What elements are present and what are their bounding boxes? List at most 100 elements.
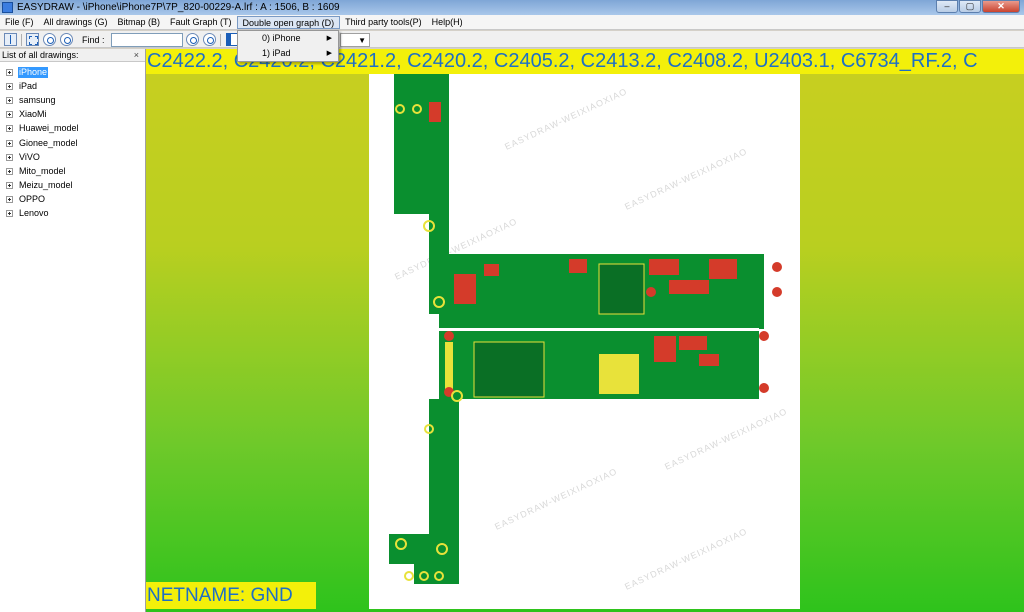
menu-bitmap[interactable]: Bitmap (B) (113, 16, 166, 29)
toolbar-separator (220, 34, 221, 46)
tree-item-samsung[interactable]: samsung (0, 93, 145, 107)
window-controls: – ▢ ✕ (935, 0, 1020, 13)
pcb-board-drawing (389, 74, 782, 584)
red-pad-cluster (454, 274, 476, 304)
red-pad-cluster (709, 259, 737, 279)
tree-item-label: iPad (19, 80, 38, 91)
expand-icon[interactable] (6, 153, 13, 161)
menu-all-drawings[interactable]: All drawings (G) (39, 16, 113, 29)
submenu-arrow-icon: ▶ (326, 35, 332, 42)
expand-icon[interactable] (6, 210, 13, 218)
expand-icon[interactable] (6, 167, 13, 175)
menu-bar: File (F) All drawings (G) Bitmap (B) Fau… (0, 15, 1024, 30)
window-title: EASYDRAW - \iPhone\iPhone7P\7P_820-00229… (17, 2, 340, 13)
expand-icon[interactable] (6, 139, 13, 147)
chip-package (598, 263, 645, 315)
mounting-hole (444, 331, 454, 341)
tree-item-label: ViVO (19, 151, 40, 162)
tree-item-lenovo[interactable]: Lenovo (0, 207, 145, 221)
red-pad-cluster (484, 264, 499, 276)
tree-item-ipad[interactable]: iPad (0, 79, 145, 93)
close-button[interactable]: ✕ (982, 0, 1020, 13)
expand-icon[interactable] (6, 82, 13, 90)
mounting-hole (772, 287, 782, 297)
tree-item-label: OPPO (19, 194, 46, 205)
board-gap (439, 328, 759, 331)
submenu-arrow-icon: ▶ (326, 50, 332, 57)
yellow-ring-pad (404, 571, 414, 581)
easydraw-window: EASYDRAW - \iPhone\iPhone7P\7P_820-00229… (0, 0, 1024, 612)
sidebar-close-icon[interactable]: × (134, 49, 139, 62)
tree-item-label: Huawei_model (19, 123, 79, 134)
tree-item-label: Lenovo (19, 208, 49, 219)
chevron-down-icon: ▼ (358, 36, 366, 45)
menu-help[interactable]: Help(H) (427, 16, 468, 29)
dropdown-item-iphone[interactable]: 0) iPhone ▶ (238, 31, 338, 46)
search-icon[interactable] (186, 33, 199, 46)
tree-item-label: Mito_model (19, 165, 66, 176)
minimize-button[interactable]: – (936, 0, 958, 13)
red-pad-cluster (429, 102, 441, 122)
double-open-graph-menu: 0) iPhone ▶ 1) iPad ▶ (237, 30, 339, 62)
red-pad-cluster (669, 280, 709, 294)
expand-icon[interactable] (6, 111, 13, 119)
tree-item-iphone[interactable]: iPhone (0, 65, 145, 79)
menu-fault-graph[interactable]: Fault Graph (T) (165, 16, 237, 29)
title-bar: EASYDRAW - \iPhone\iPhone7P\7P_820-00229… (0, 0, 1024, 15)
zoom-in-icon[interactable] (43, 33, 56, 46)
menu-double-open-graph[interactable]: Double open graph (D) (236, 15, 341, 29)
tree-item-vivo[interactable]: ViVO (0, 150, 145, 164)
expand-icon[interactable] (6, 68, 13, 76)
mounting-hole (759, 383, 769, 393)
app-icon (2, 2, 13, 13)
sidebar-header: List of all drawings: × (0, 49, 145, 62)
tree-item-mito[interactable]: Mito_model (0, 164, 145, 178)
toolbar: Find : ▼ (0, 31, 1024, 48)
tree-item-label: Meizu_model (19, 180, 73, 191)
drawings-tree: iPhone iPad samsung XiaoMi Huawei_model … (0, 62, 145, 221)
mounting-hole (772, 262, 782, 272)
red-pad-cluster (699, 354, 719, 366)
tree-item-meizu[interactable]: Meizu_model (0, 179, 145, 193)
binoculars-icon[interactable] (203, 33, 216, 46)
sidebar-title: List of all drawings: (2, 50, 79, 60)
maximize-button[interactable]: ▢ (959, 0, 981, 13)
mounting-hole (759, 331, 769, 341)
connector-pads (445, 342, 453, 392)
netname-label: NETNAME: GND (146, 582, 316, 609)
board-document[interactable]: EASYDRAW-WEIXIAOXIAO EASYDRAW-WEIXIAOXIA… (369, 74, 800, 609)
tree-item-label: Gionee_model (19, 137, 78, 148)
board-canvas[interactable]: C2422.2, C2420.2, C2421.2, C2420.2, C240… (146, 49, 1024, 612)
menu-third-party-tools[interactable]: Third party tools(P) (340, 16, 427, 29)
expand-icon[interactable] (6, 182, 13, 190)
drawings-sidebar: List of all drawings: × iPhone iPad sams… (0, 49, 146, 612)
menu-file[interactable]: File (F) (0, 16, 39, 29)
tree-item-gionee[interactable]: Gionee_model (0, 136, 145, 150)
dropdown-item-ipad[interactable]: 1) iPad ▶ (238, 46, 338, 61)
chip-package (473, 341, 545, 398)
tree-item-huawei[interactable]: Huawei_model (0, 122, 145, 136)
red-pad-cluster (654, 336, 676, 362)
tree-item-xiaomi[interactable]: XiaoMi (0, 108, 145, 122)
red-pad-cluster (649, 259, 679, 275)
red-pad-cluster (569, 259, 587, 273)
tree-item-label: XiaoMi (19, 109, 47, 120)
red-pad-cluster (679, 336, 707, 350)
toolbar-separator (21, 34, 22, 46)
mounting-hole (646, 287, 656, 297)
split-view-icon[interactable] (4, 33, 17, 46)
tree-item-label: samsung (19, 94, 56, 105)
expand-icon[interactable] (6, 125, 13, 133)
expand-icon[interactable] (6, 96, 13, 104)
tree-item-oppo[interactable]: OPPO (0, 193, 145, 207)
yellow-pad-block (599, 354, 639, 394)
fit-icon[interactable] (26, 33, 39, 46)
expand-icon[interactable] (6, 196, 13, 204)
dropdown-item-label: 1) iPad (262, 48, 291, 58)
zoom-out-icon[interactable] (60, 33, 73, 46)
dropdown-item-label: 0) iPhone (262, 33, 301, 43)
find-label: Find : (82, 35, 105, 45)
layer-select[interactable]: ▼ (340, 33, 370, 47)
find-input[interactable] (111, 33, 183, 47)
tree-item-label: iPhone (18, 66, 49, 78)
